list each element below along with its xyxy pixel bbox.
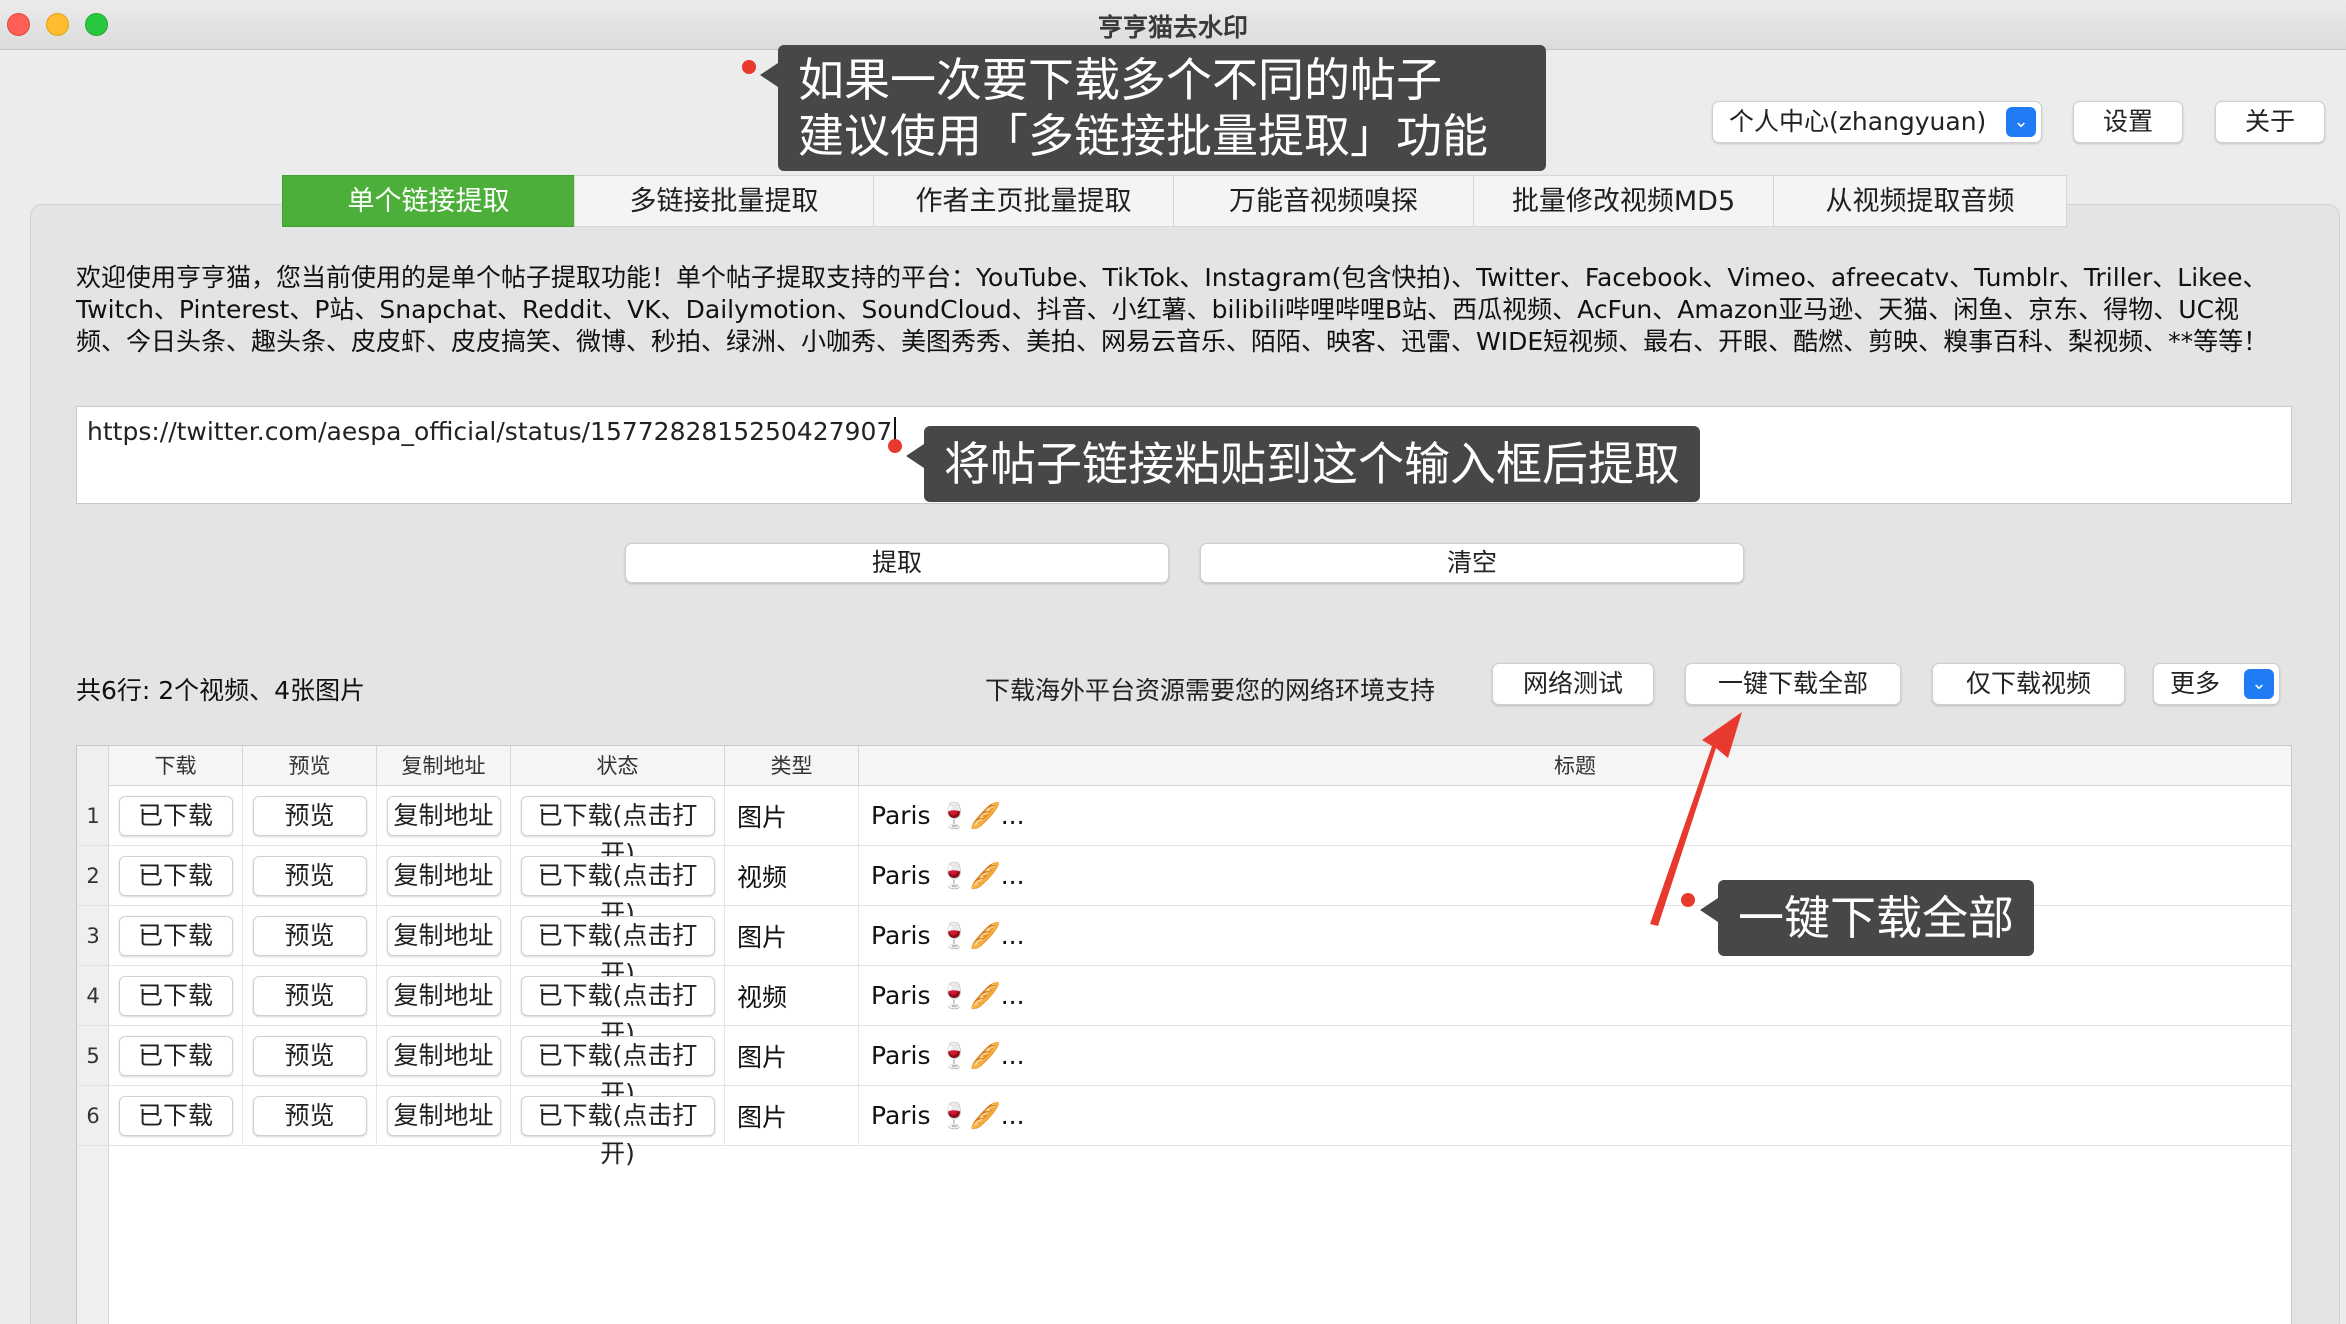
column-header-status[interactable]: 状态 xyxy=(511,746,725,786)
table-row: 1 已下载 预览 复制地址 已下载(点击打开) 图片 Paris 🍷🥖... xyxy=(77,786,2291,868)
status-open-button[interactable]: 已下载(点击打开) xyxy=(520,1036,715,1108)
preview-button[interactable]: 预览 xyxy=(252,1096,367,1136)
downloaded-button[interactable]: 已下载 xyxy=(118,856,233,896)
row-number: 2 xyxy=(86,864,100,888)
column-header-title[interactable]: 标题 xyxy=(859,746,2291,786)
row-number: 6 xyxy=(86,1104,100,1128)
settings-button[interactable]: 设置 xyxy=(2073,101,2183,143)
downloaded-button[interactable]: 已下载 xyxy=(118,976,233,1016)
title-cell: Paris 🍷🥖... xyxy=(871,1101,1025,1130)
row-number: 3 xyxy=(86,924,100,948)
tab-single-link[interactable]: 单个链接提取 xyxy=(282,175,574,227)
preview-button[interactable]: 预览 xyxy=(252,976,367,1016)
preview-button[interactable]: 预览 xyxy=(252,1036,367,1076)
status-open-button[interactable]: 已下载(点击打开) xyxy=(520,916,715,988)
network-test-button[interactable]: 网络测试 xyxy=(1492,663,1654,705)
row-number: 5 xyxy=(86,1044,100,1068)
type-cell: 图片 xyxy=(725,1026,859,1086)
type-cell: 视频 xyxy=(725,846,859,906)
annotation-batch-line2: 建议使用「多链接批量提取」功能 xyxy=(798,109,1488,163)
annotation-batch-tip: 如果一次要下载多个不同的帖子 建议使用「多链接批量提取」功能 xyxy=(760,45,1546,171)
downloaded-button[interactable]: 已下载 xyxy=(118,796,233,836)
table-row: 6 已下载 预览 复制地址 已下载(点击打开) 图片 Paris 🍷🥖... xyxy=(77,1086,2291,1168)
copy-address-button[interactable]: 复制地址 xyxy=(386,796,501,836)
type-cell: 视频 xyxy=(725,966,859,1026)
tab-modify-md5[interactable]: 批量修改视频MD5 xyxy=(1473,175,1773,227)
user-center-select[interactable]: 个人中心(zhangyuan) ⌄ xyxy=(1712,101,2042,143)
column-header-preview[interactable]: 预览 xyxy=(243,746,377,786)
result-summary: 共6行: 2个视频、4张图片 xyxy=(76,676,366,705)
status-open-button[interactable]: 已下载(点击打开) xyxy=(520,976,715,1048)
annotation-dot xyxy=(1681,893,1695,907)
user-center-label: 个人中心(zhangyuan) xyxy=(1729,107,1987,136)
results-table: 下载 预览 复制地址 状态 类型 标题 1 已下载 预览 复制地址 已下载(点击… xyxy=(76,745,2292,1324)
status-open-button[interactable]: 已下载(点击打开) xyxy=(520,856,715,928)
type-cell: 图片 xyxy=(725,906,859,966)
column-header-type[interactable]: 类型 xyxy=(725,746,859,786)
status-open-button[interactable]: 已下载(点击打开) xyxy=(520,1096,715,1168)
copy-address-button[interactable]: 复制地址 xyxy=(386,1096,501,1136)
table-row: 5 已下载 预览 复制地址 已下载(点击打开) 图片 Paris 🍷🥖... xyxy=(77,1026,2291,1108)
annotation-dot xyxy=(742,60,756,74)
status-open-button[interactable]: 已下载(点击打开) xyxy=(520,796,715,868)
title-cell: Paris 🍷🥖... xyxy=(871,981,1025,1010)
title-cell: Paris 🍷🥖... xyxy=(871,1041,1025,1070)
url-input-value: https://twitter.com/aespa_official/statu… xyxy=(87,417,897,447)
copy-address-button[interactable]: 复制地址 xyxy=(386,856,501,896)
row-number: 4 xyxy=(86,984,100,1008)
title-bar: 亨亨猫去水印 xyxy=(0,0,2346,50)
window-title: 亨亨猫去水印 xyxy=(1097,13,1248,42)
type-cell: 图片 xyxy=(725,1086,859,1146)
title-cell: Paris 🍷🥖... xyxy=(871,921,1025,950)
network-note: 下载海外平台资源需要您的网络环境支持 xyxy=(985,676,1436,705)
annotation-paste-tip: 将帖子链接粘贴到这个输入框后提取 xyxy=(906,426,1700,502)
clear-button[interactable]: 清空 xyxy=(1200,543,1744,583)
table-row: 4 已下载 预览 复制地址 已下载(点击打开) 视频 Paris 🍷🥖... xyxy=(77,966,2291,1048)
tab-extract-audio[interactable]: 从视频提取音频 xyxy=(1773,175,2067,227)
title-cell: Paris 🍷🥖... xyxy=(871,861,1025,890)
tab-bar: 单个链接提取 多链接批量提取 作者主页批量提取 万能音视频嗅探 批量修改视频MD… xyxy=(282,175,2067,227)
preview-button[interactable]: 预览 xyxy=(252,916,367,956)
row-number: 1 xyxy=(86,804,100,828)
annotation-dot xyxy=(888,439,902,453)
column-header-copy[interactable]: 复制地址 xyxy=(377,746,511,786)
chevron-down-icon: ⌄ xyxy=(2006,107,2036,137)
copy-address-button[interactable]: 复制地址 xyxy=(386,976,501,1016)
downloaded-button[interactable]: 已下载 xyxy=(118,1096,233,1136)
type-cell: 图片 xyxy=(725,786,859,846)
more-select[interactable]: 更多 ⌄ xyxy=(2153,663,2280,705)
extract-button[interactable]: 提取 xyxy=(625,543,1169,583)
tab-author-homepage[interactable]: 作者主页批量提取 xyxy=(873,175,1173,227)
copy-address-button[interactable]: 复制地址 xyxy=(386,916,501,956)
annotation-batch-line1: 如果一次要下载多个不同的帖子 xyxy=(798,53,1442,107)
chevron-down-icon: ⌄ xyxy=(2244,669,2274,699)
tab-multi-link[interactable]: 多链接批量提取 xyxy=(574,175,873,227)
preview-button[interactable]: 预览 xyxy=(252,856,367,896)
preview-button[interactable]: 预览 xyxy=(252,796,367,836)
app-window: 亨亨猫去水印 个人中心(zhangyuan) ⌄ 设置 关于 单个链接提取 多链… xyxy=(0,0,2346,1324)
table-header: 下载 预览 复制地址 状态 类型 标题 xyxy=(109,746,2291,786)
annotation-download-all-tip: 一键下载全部 xyxy=(1700,880,2034,956)
download-video-only-button[interactable]: 仅下载视频 xyxy=(1932,663,2125,705)
downloaded-button[interactable]: 已下载 xyxy=(118,916,233,956)
title-cell: Paris 🍷🥖... xyxy=(871,801,1025,830)
copy-address-button[interactable]: 复制地址 xyxy=(386,1036,501,1076)
about-button[interactable]: 关于 xyxy=(2215,101,2325,143)
downloaded-button[interactable]: 已下载 xyxy=(118,1036,233,1076)
more-label: 更多 xyxy=(2170,669,2221,698)
column-header-download[interactable]: 下载 xyxy=(109,746,243,786)
intro-text: 欢迎使用亨亨猫，您当前使用的是单个帖子提取功能！单个帖子提取支持的平台：YouT… xyxy=(76,263,2269,356)
tab-media-sniff[interactable]: 万能音视频嗅探 xyxy=(1173,175,1473,227)
download-all-button[interactable]: 一键下载全部 xyxy=(1685,663,1901,705)
